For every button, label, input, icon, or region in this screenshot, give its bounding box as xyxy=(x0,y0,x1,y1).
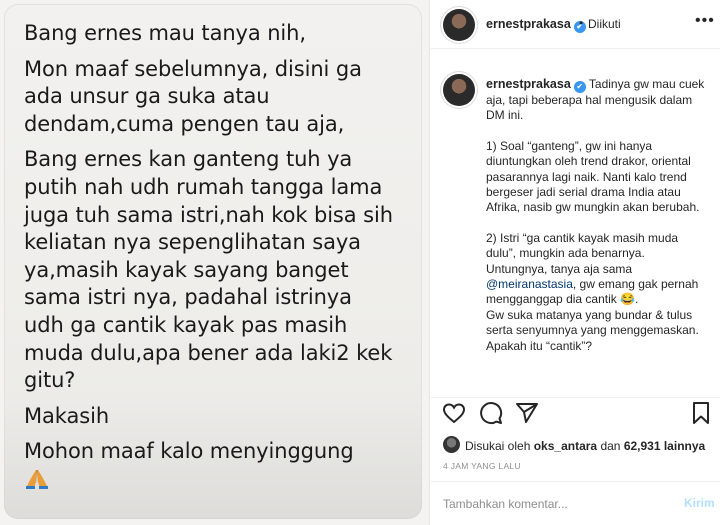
share-icon[interactable] xyxy=(515,401,539,425)
caption-username[interactable]: ernestprakasa xyxy=(486,77,571,91)
avatar[interactable] xyxy=(443,436,460,453)
heart-icon[interactable] xyxy=(442,401,466,425)
comment-icon[interactable] xyxy=(479,401,503,425)
dm-line: Mohon maaf kalo menyinggung xyxy=(24,439,354,464)
post-caption: ernestprakasa ✔ Tadinya gw mau cuek aja, … xyxy=(431,50,720,398)
comment-input[interactable] xyxy=(443,494,663,514)
more-options-icon[interactable]: ••• xyxy=(695,12,715,30)
dm-line: Makasih xyxy=(24,403,110,428)
likes-conj: dan xyxy=(600,439,621,453)
post-comment-button[interactable]: Kirim xyxy=(684,496,715,510)
post-timestamp[interactable]: 4 JAM YANG LALU xyxy=(443,461,521,471)
post-header: ernestprakasa ✔ • Diikuti ••• xyxy=(431,0,720,49)
caption-paragraph: Gw suka matanya yang bundar & tulus sert… xyxy=(486,307,699,353)
dm-line: Bang ernes kan ganteng tuh ya putih nah … xyxy=(24,147,393,393)
dm-screenshot: Bang ernes mau tanya nih, Mon maaf sebel… xyxy=(4,4,422,519)
header-username[interactable]: ernestprakasa ✔ xyxy=(486,17,586,33)
avatar[interactable] xyxy=(443,74,475,106)
username-text[interactable]: ernestprakasa xyxy=(486,17,571,31)
avatar[interactable] xyxy=(443,9,475,41)
follow-status-button[interactable]: Diikuti xyxy=(588,17,621,31)
mention-link[interactable]: @meiranastasia xyxy=(486,277,573,291)
liker-username[interactable]: oks_antara xyxy=(534,439,597,453)
likes-summary: Disukai oleh oks_antara dan 62,931 lainn… xyxy=(443,436,713,454)
post-actions xyxy=(431,398,720,430)
dm-line: Mon maaf sebelumnya, disini ga ada unsur… xyxy=(24,56,362,136)
bookmark-icon[interactable] xyxy=(689,401,713,425)
verified-badge-icon: ✔ xyxy=(573,81,586,93)
caption-text: ernestprakasa ✔ Tadinya gw mau cuek aja, … xyxy=(486,77,708,369)
likes-prefix: Disukai oleh xyxy=(465,439,531,453)
caption-paragraph: 1) Soal “ganteng”, gw ini hanya diuntung… xyxy=(486,138,700,215)
likes-text: Disukai oleh oks_antara dan 62,931 lainn… xyxy=(465,439,705,453)
caption-paragraph: 2) Istri “ga cantik kayak masih muda dul… xyxy=(486,230,679,276)
dm-message-text: Bang ernes mau tanya nih, Mon maaf sebel… xyxy=(24,20,416,490)
folded-hands-emoji xyxy=(26,469,48,489)
separator-dot: • xyxy=(579,16,584,30)
likes-count-button[interactable]: 62,931 lainnya xyxy=(624,439,705,453)
post-image[interactable]: Bang ernes mau tanya nih, Mon maaf sebel… xyxy=(0,0,430,525)
dm-line: Bang ernes mau tanya nih, xyxy=(24,21,306,45)
post-side-panel: ernestprakasa ✔ • Diikuti ••• ernestpraka… xyxy=(431,0,720,525)
comment-bar: Kirim xyxy=(431,481,720,525)
